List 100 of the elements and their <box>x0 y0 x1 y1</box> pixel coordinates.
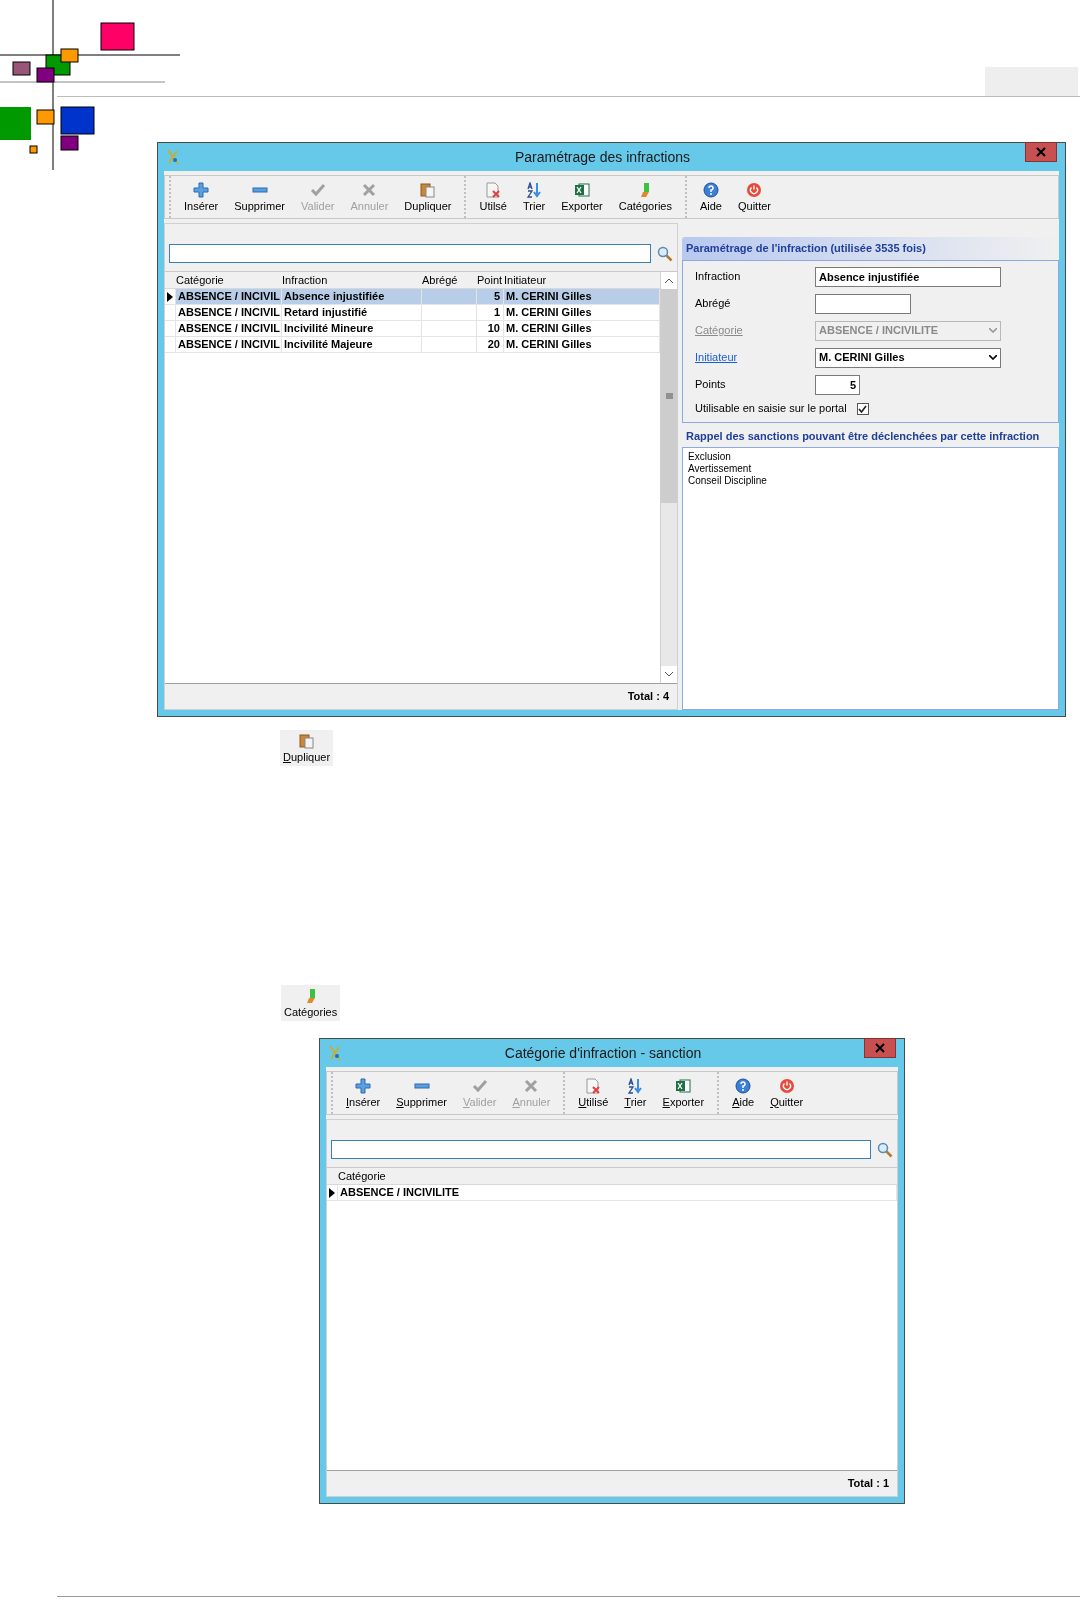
row-pointer-icon <box>329 1187 335 1198</box>
check-icon <box>309 181 326 198</box>
text-field[interactable] <box>815 293 911 314</box>
section-title: Rappel des sanctions pouvant être déclenchées par cette infraction <box>685 428 1041 444</box>
total-count: Total : 4 <box>627 689 669 705</box>
table-cell: M. CERINI Gilles <box>506 338 592 350</box>
column-header[interactable]: Point <box>477 272 504 288</box>
toolbar-button[interactable]: Quitter <box>765 1075 809 1111</box>
table-cell: ABSENCE / INCIVIL <box>178 338 281 350</box>
window-title: Catégorie d'infraction - sanction <box>503 1043 703 1063</box>
chevron-down-icon <box>989 355 997 360</box>
search-icon <box>877 1141 893 1158</box>
list-item[interactable]: Conseil Discipline <box>688 475 1053 487</box>
table-cell: M. CERINI Gilles <box>506 290 592 302</box>
table-row[interactable]: ABSENCE / INCIVIL Absence injustifiée 5 M. CERINI Gilles <box>165 289 660 305</box>
table-row[interactable]: ABSENCE / INCIVIL Incivilité Majeure 20 M. CERINI Gilles <box>165 337 660 353</box>
table-row[interactable]: ABSENCE / INCIVILITE <box>327 1185 897 1201</box>
toolbar-button[interactable]: Aide <box>694 179 727 215</box>
toolbar-button[interactable]: Catégories <box>613 179 677 215</box>
column-header[interactable]: Abrégé <box>422 272 477 288</box>
field-label[interactable]: Initiateur <box>695 351 738 364</box>
table-row[interactable]: ABSENCE / INCIVIL Retard injustifié 1 M. CERINI Gilles <box>165 305 660 321</box>
table-cell: ABSENCE / INCIVIL <box>178 306 281 318</box>
row-pointer-icon <box>167 291 173 302</box>
toolbar-button[interactable]: Exporter <box>556 179 608 215</box>
toolbar-button[interactable]: Insérer <box>179 179 224 215</box>
total-count: Total : 1 <box>847 1476 889 1492</box>
table-cell: Incivilité Majeure <box>284 338 373 350</box>
search-field[interactable] <box>331 1140 871 1159</box>
close-icon <box>875 1043 885 1053</box>
toolbar-button[interactable]: Aide <box>727 1075 760 1111</box>
app-logo-icon <box>166 149 180 165</box>
window-title: Paramétrage des infractions <box>513 147 692 167</box>
close-button[interactable] <box>1025 142 1057 162</box>
table-row[interactable]: ABSENCE / INCIVIL Incivilité Mineure 10 M. CERINI Gilles <box>165 321 660 337</box>
cross-icon <box>523 1077 540 1094</box>
check-icon <box>471 1077 488 1094</box>
toolbar-button[interactable]: Trier <box>619 1075 652 1111</box>
app-logo-icon <box>328 1045 342 1061</box>
spreadsheet-icon <box>573 181 590 198</box>
close-icon <box>1036 147 1046 157</box>
text-field[interactable]: Absence injustifiée <box>815 266 1001 287</box>
toolbar-button[interactable]: Supprimer <box>229 179 290 215</box>
help-icon <box>735 1077 752 1094</box>
field-label: Abrégé <box>695 297 731 310</box>
table-cell: M. CERINI Gilles <box>506 322 592 334</box>
chevron-down-icon <box>989 328 997 333</box>
field-label: Infraction <box>695 270 741 283</box>
clipboard-icon <box>298 733 315 749</box>
document-cross-icon <box>585 1077 602 1094</box>
document-cross-icon <box>485 181 502 198</box>
toolbar-button[interactable]: Utilsé <box>474 179 512 215</box>
scrollbar[interactable] <box>660 272 677 683</box>
field-label: Points <box>695 378 726 391</box>
field-label: Utilisable en saisie sur le portal <box>695 401 847 417</box>
toolbar-button[interactable]: Supprimer <box>391 1075 452 1111</box>
clipboard-icon <box>419 181 436 198</box>
toolbar-button[interactable]: Trier <box>517 179 551 215</box>
table-cell: 5 <box>493 290 500 302</box>
table-cell: ABSENCE / INCIVIL <box>178 290 281 302</box>
plus-icon <box>193 181 210 198</box>
table-cell: 1 <box>493 306 500 318</box>
table-cell: 10 <box>487 322 500 334</box>
toolbar-button[interactable]: Quitter <box>733 179 776 215</box>
toolbar-button[interactable]: Insérer <box>341 1075 386 1111</box>
search-icon <box>657 245 673 262</box>
table-cell: ABSENCE / INCIVIL <box>178 322 281 334</box>
checkmark-icon <box>858 404 868 413</box>
toolbar-button[interactable]: Catégories <box>281 985 341 1021</box>
dropdown[interactable]: M. CERINI Gilles <box>815 347 1001 368</box>
table-cell: Retard injustifié <box>284 306 368 318</box>
chevron-up-icon <box>665 278 673 283</box>
close-button[interactable] <box>864 1038 896 1058</box>
search-field[interactable] <box>169 244 651 263</box>
sort-icon <box>526 181 543 198</box>
toolbar-button[interactable]: Dupliquer <box>280 730 334 766</box>
plus-icon <box>355 1077 372 1094</box>
table-cell: Absence injustifiée <box>284 290 385 302</box>
toolbar-button[interactable]: Utilisé <box>573 1075 614 1111</box>
table-cell: ABSENCE / INCIVILITE <box>340 1186 460 1198</box>
list-item[interactable]: Avertissement <box>688 463 1053 475</box>
toolbar-button[interactable]: Exporter <box>657 1075 710 1111</box>
list-item[interactable]: Exclusion <box>688 451 1053 463</box>
power-icon <box>746 181 763 198</box>
table-cell: Incivilité Mineure <box>284 322 374 334</box>
table-cell: M. CERINI Gilles <box>506 306 592 318</box>
help-icon <box>702 181 719 198</box>
text-field[interactable]: 5 <box>815 374 860 395</box>
chevron-down-icon <box>665 672 673 677</box>
checkbox[interactable] <box>856 402 869 415</box>
column-header[interactable]: Infraction <box>282 272 422 288</box>
spreadsheet-icon <box>675 1077 692 1094</box>
column-header[interactable]: Catégorie <box>176 272 282 288</box>
cross-icon <box>361 181 378 198</box>
column-header[interactable]: Initiateur <box>504 272 660 288</box>
power-icon <box>778 1077 795 1094</box>
table-cell: 20 <box>487 338 500 350</box>
sort-icon <box>627 1077 644 1094</box>
toolbar-button[interactable]: Dupliquer <box>399 179 457 215</box>
grip-icon <box>665 393 673 399</box>
